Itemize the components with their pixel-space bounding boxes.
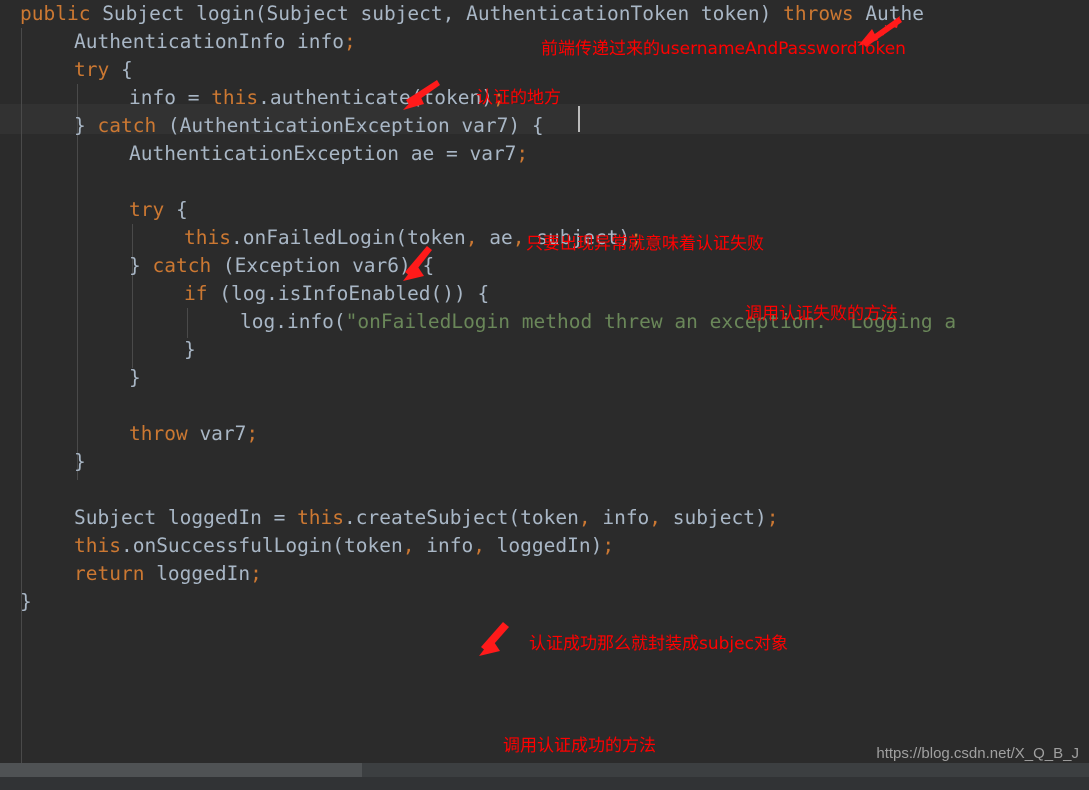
code-token: .authenticate(token)	[258, 86, 493, 109]
code-token: ;	[516, 142, 529, 165]
code-token: ;	[602, 534, 615, 557]
code-token: throw	[129, 422, 188, 445]
horizontal-scrollbar-thumb[interactable]	[0, 763, 362, 777]
code-token: if	[184, 282, 208, 305]
code-token: this	[184, 226, 231, 249]
code-token: }	[129, 254, 153, 277]
code-token: .createSubject(token	[344, 506, 579, 529]
code-token: this	[211, 86, 259, 109]
code-token: info	[590, 506, 650, 529]
code-token: .onSuccessfulLogin(token	[120, 534, 403, 557]
code-token: {	[109, 58, 133, 81]
code-token: (AuthenticationException var7) {	[156, 114, 544, 137]
code-line[interactable]: if (log.isInfoEnabled()) {	[0, 280, 489, 308]
code-token: return	[74, 562, 145, 585]
code-token: Subject loggedIn =	[74, 506, 298, 529]
code-token: catch	[152, 254, 212, 277]
code-line[interactable]: } catch (AuthenticationException var7) {	[0, 112, 544, 140]
code-token: (Exception var6) {	[211, 254, 435, 277]
code-token: AuthenticationInfo info	[74, 30, 345, 53]
arrow-to-createsubject-icon	[479, 622, 509, 656]
red-annotation-text: 调用认证成功的方法	[503, 736, 656, 756]
code-line[interactable]: public Subject login(Subject subject, Au…	[0, 0, 924, 28]
code-token: ,	[578, 506, 591, 529]
code-line[interactable]: try {	[0, 196, 188, 224]
code-token: ,	[465, 226, 478, 249]
code-token: loggedIn)	[484, 534, 603, 557]
code-line[interactable]: AuthenticationException ae = var7;	[0, 140, 528, 168]
code-token: catch	[97, 114, 157, 137]
code-token: ;	[344, 30, 356, 53]
code-line[interactable]: } catch (Exception var6) {	[0, 252, 434, 280]
code-token: var7	[187, 422, 247, 445]
red-annotation-text: 前端传递过来的usernameAndPasswordToken	[541, 39, 906, 59]
code-token: loggedIn	[144, 562, 251, 585]
code-token: (log.isInfoEnabled()) {	[207, 282, 490, 305]
code-token: info	[414, 534, 474, 557]
code-line[interactable]: }	[0, 336, 196, 364]
code-token: ;	[766, 506, 779, 529]
code-line[interactable]: this.onSuccessfulLogin(token, info, logg…	[0, 532, 614, 560]
code-line[interactable]: info = this.authenticate(token);	[0, 84, 505, 112]
red-annotation-text: 认证成功那么就封装成subjec对象	[529, 634, 788, 654]
code-token: try	[129, 198, 165, 221]
code-token: public	[20, 2, 91, 25]
code-token: ,	[473, 534, 485, 557]
red-annotation-text: 只要出现异常就意味着认证失败	[526, 234, 764, 254]
code-token: this	[74, 534, 121, 557]
code-editor-viewport[interactable]: public Subject login(Subject subject, Au…	[0, 0, 1089, 790]
code-line[interactable]: return loggedIn;	[0, 560, 262, 588]
code-token: ;	[246, 422, 259, 445]
code-token: {	[164, 198, 188, 221]
code-token: Subject login(Subject subject, Authentic…	[90, 2, 784, 25]
code-token: ,	[512, 226, 525, 249]
code-token: }	[184, 338, 196, 361]
code-token: this	[297, 506, 345, 529]
code-line[interactable]: try {	[0, 56, 133, 84]
text-caret	[578, 106, 580, 132]
code-token: log.info(	[240, 310, 346, 333]
code-token: Authe	[853, 2, 925, 25]
code-line[interactable]: throw var7;	[0, 420, 258, 448]
code-line[interactable]: }	[0, 364, 141, 392]
code-line[interactable]: }	[0, 448, 86, 476]
code-token: info =	[129, 86, 212, 109]
code-token: .onFailedLogin(token	[230, 226, 466, 249]
code-token: subject)	[661, 506, 767, 529]
code-token: ,	[402, 534, 415, 557]
code-token: ae	[477, 226, 513, 249]
code-token: ,	[649, 506, 662, 529]
code-token: }	[74, 450, 86, 473]
watermark-url: https://blog.csdn.net/X_Q_B_J	[876, 745, 1079, 762]
code-line[interactable]: }	[0, 588, 32, 616]
red-annotation-text: 认证的地方	[476, 88, 561, 108]
code-token: }	[129, 366, 141, 389]
red-annotation-text: 调用认证失败的方法	[745, 304, 898, 324]
code-token: ;	[250, 562, 262, 585]
code-line[interactable]: Subject loggedIn = this.createSubject(to…	[0, 504, 778, 532]
editor-bottom-bar	[0, 777, 1089, 790]
code-token: throws	[783, 2, 854, 25]
code-token: }	[20, 590, 32, 613]
code-line[interactable]: AuthenticationInfo info;	[0, 28, 356, 56]
code-token: try	[74, 58, 110, 81]
code-token: }	[74, 114, 98, 137]
code-token: AuthenticationException ae = var7	[129, 142, 517, 165]
